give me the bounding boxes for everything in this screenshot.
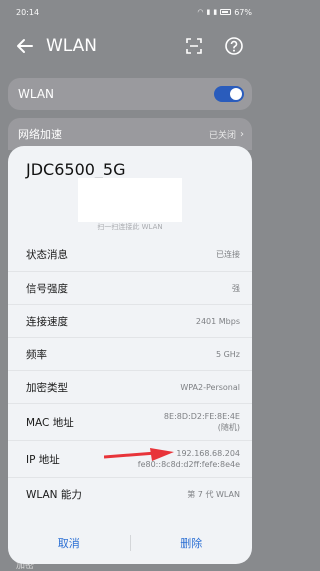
help-icon: [225, 37, 243, 55]
info-value: 5 GHz: [216, 349, 240, 360]
info-row: MAC 地址 8E:8D:D2:FE:8E:4E (随机): [8, 403, 252, 440]
info-label: 信号强度: [26, 282, 68, 295]
info-row: WLAN 能力 第 7 代 WLAN: [8, 477, 252, 510]
info-value-line: WPA2-Personal: [180, 382, 240, 392]
info-value: WPA2-Personal: [180, 382, 240, 393]
info-value-line: (随机): [217, 423, 240, 432]
top-bar: WLAN: [0, 28, 260, 64]
info-label: 加密类型: [26, 381, 68, 394]
info-label: 状态消息: [26, 249, 68, 261]
dialog-ssid-title: JDC6500_5G: [26, 160, 126, 179]
info-value-line: 5 GHz: [215, 349, 240, 359]
info-label: MAC 地址: [26, 416, 74, 429]
status-bar: 20:14 ◠ ▮ ▮ 67%: [0, 0, 260, 24]
delete-button[interactable]: 删除: [131, 535, 253, 551]
info-value-line: 2401 Mbps: [195, 316, 240, 326]
info-row: 状态消息 已连接: [8, 238, 252, 271]
scan-icon: [186, 38, 202, 54]
qr-code-redacted: [78, 178, 182, 222]
battery-icon: [220, 9, 232, 15]
wlan-toggle-label: WLAN: [18, 87, 55, 101]
help-button[interactable]: [222, 34, 246, 58]
scan-button[interactable]: [182, 34, 206, 58]
battery-percent: 67%: [234, 7, 252, 17]
wifi-details-dialog: JDC6500_5G 扫一扫连接此 WLAN 状态消息 已连接信号强度 强连接速度 2…: [8, 146, 252, 564]
back-arrow-icon[interactable]: [14, 35, 36, 57]
info-value: 8E:8D:D2:FE:8E:4E (随机): [164, 411, 240, 433]
chevron-right-icon: ›: [240, 128, 244, 140]
status-icons: ◠ ▮ ▮ 67%: [197, 8, 252, 17]
signal-icon: ▮: [206, 7, 211, 16]
network-accel-value: 已关闭: [208, 130, 236, 141]
wlan-toggle-card: WLAN: [8, 78, 252, 110]
info-label: 频率: [26, 348, 47, 361]
wifi-icon: ◠: [197, 7, 204, 16]
info-value: 已连接: [216, 249, 240, 260]
info-row: 信号强度 强: [8, 271, 252, 304]
status-time: 20:14: [16, 7, 40, 17]
info-value: 2401 Mbps: [196, 316, 240, 327]
cancel-button[interactable]: 取消: [8, 535, 130, 551]
signal-icon-2: ▮: [213, 7, 218, 16]
info-label: WLAN 能力: [26, 488, 82, 501]
info-value: 强: [232, 283, 240, 294]
info-value-line: 第 7 代 WLAN: [187, 489, 240, 499]
info-row: 频率 5 GHz: [8, 337, 252, 370]
red-annotation-arrow-icon: [104, 448, 174, 461]
qr-caption: 扫一扫连接此 WLAN: [97, 223, 163, 231]
info-row: 连接速度 2401 Mbps: [8, 304, 252, 337]
info-row: 加密类型 WPA2-Personal: [8, 370, 252, 403]
network-accel-label: 网络加速: [18, 128, 62, 141]
dialog-actions: 取消 删除: [8, 528, 252, 558]
info-value: 第 7 代 WLAN: [187, 489, 240, 500]
info-value-line: 强: [232, 283, 240, 293]
info-label: 连接速度: [26, 315, 68, 328]
info-value-line: 已连接: [216, 250, 240, 259]
info-value-line: 8E:8D:D2:FE:8E:4E: [163, 412, 240, 421]
page-title: WLAN: [46, 36, 98, 56]
info-list: 状态消息 已连接信号强度 强连接速度 2401 Mbps 频率 5 GHz 加密类型 WPA2…: [8, 238, 252, 510]
wlan-toggle-switch[interactable]: [214, 86, 244, 102]
